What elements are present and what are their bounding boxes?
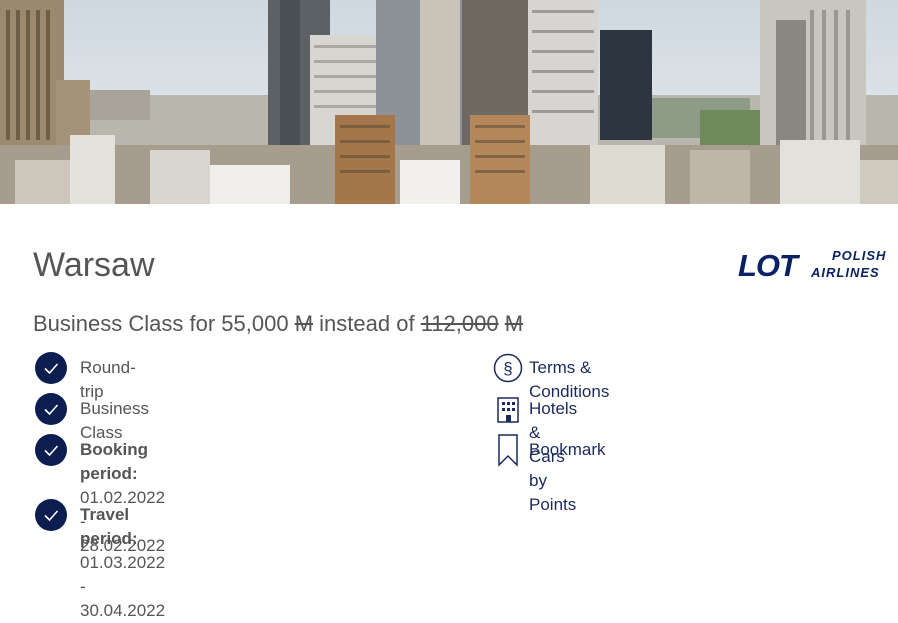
travel-period-value: 01.03.2022 - 30.04.2022 <box>80 553 166 620</box>
section-icon: § <box>493 352 523 384</box>
hero-image <box>0 0 898 204</box>
check-icon <box>35 352 67 384</box>
offer-middle: instead of <box>319 311 415 336</box>
building-icon <box>493 393 523 425</box>
check-icon <box>35 434 67 466</box>
destination-title: Warsaw <box>33 246 155 284</box>
svg-text:§: § <box>503 359 512 378</box>
offer-prefix: Business Class for 55,000 <box>33 311 289 336</box>
old-miles-currency-icon: M <box>504 311 524 336</box>
logo-line2: AIRLINES <box>811 265 880 280</box>
lot-logo: LOT POLISH AIRLINES <box>736 246 896 283</box>
travel-period-heading: Travel period: <box>80 505 138 548</box>
logo-mark: LOT <box>738 248 798 283</box>
bookmark-icon <box>493 434 523 467</box>
check-icon <box>35 499 67 531</box>
bookmark-link[interactable]: Bookmark <box>493 434 606 467</box>
bookmark-label[interactable]: Bookmark <box>529 438 606 462</box>
old-price: 112,000 <box>420 311 499 336</box>
check-icon <box>35 393 67 425</box>
feature-travel-period: Travel period: 01.03.2022 - 30.04.2022 <box>35 499 165 623</box>
offer-line: Business Class for 55,000 M instead of 1… <box>33 311 523 337</box>
miles-currency-icon: M <box>294 311 314 336</box>
booking-period-heading: Booking period: <box>80 440 148 483</box>
logo-line1: POLISH <box>832 248 887 263</box>
